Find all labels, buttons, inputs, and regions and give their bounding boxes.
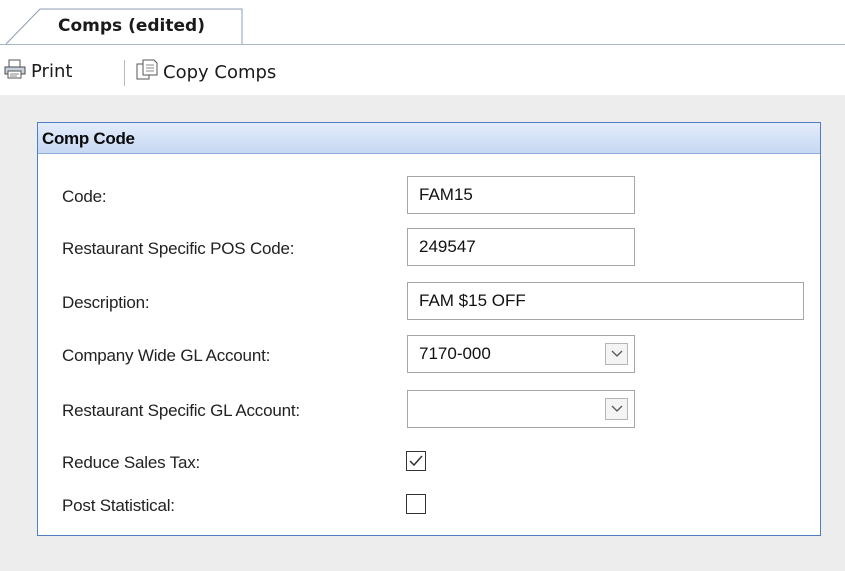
toolbar: Print Copy Comps <box>0 45 845 95</box>
restaurant-gl-select[interactable] <box>407 390 635 428</box>
post-statistical-label: Post Statistical: <box>62 496 175 515</box>
pos-code-label: Restaurant Specific POS Code: <box>62 239 295 258</box>
copy-comps-button[interactable]: Copy Comps <box>136 59 276 86</box>
reduce-sales-tax-label: Reduce Sales Tax: <box>62 453 201 472</box>
pos-code-input[interactable]: 249547 <box>407 228 635 266</box>
copy-comps-label: Copy Comps <box>163 62 277 83</box>
reduce-sales-tax-checkbox[interactable] <box>406 451 426 471</box>
toolbar-separator <box>124 60 125 86</box>
print-button[interactable]: Print <box>4 59 72 84</box>
chevron-down-icon <box>611 350 623 357</box>
copy-icon <box>136 59 158 86</box>
post-statistical-checkbox[interactable] <box>406 494 426 514</box>
company-gl-dropdown-button[interactable] <box>605 343 628 365</box>
description-label: Description: <box>62 293 150 312</box>
code-input[interactable]: FAM15 <box>407 176 635 214</box>
checkmark-icon <box>409 455 423 467</box>
chevron-down-icon <box>611 405 623 412</box>
print-label: Print <box>31 61 73 82</box>
tab-comps[interactable]: Comps (edited) <box>6 8 244 45</box>
panel-header: Comp Code <box>38 123 820 154</box>
description-input[interactable]: FAM $15 OFF <box>407 282 804 320</box>
company-gl-select[interactable]: 7170-000 <box>407 335 635 373</box>
printer-icon <box>4 59 26 84</box>
tab-strip: Comps (edited) <box>0 0 845 45</box>
restaurant-gl-dropdown-button[interactable] <box>605 398 628 420</box>
company-gl-value: 7170-000 <box>419 344 491 363</box>
panel-title: Comp Code <box>42 129 135 148</box>
restaurant-gl-label: Restaurant Specific GL Account: <box>62 401 300 420</box>
comp-code-panel: Comp Code Code: FAM15 Restaurant Specifi… <box>37 122 821 536</box>
company-gl-label: Company Wide GL Account: <box>62 346 271 365</box>
tab-title: Comps (edited) <box>58 16 205 36</box>
code-label: Code: <box>62 187 107 206</box>
